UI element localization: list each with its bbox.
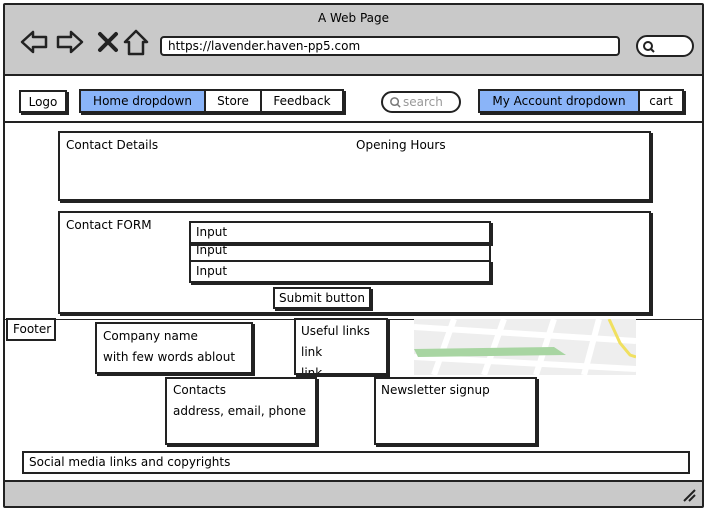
newsletter-title: Newsletter signup [381,383,490,397]
contact-form-title: Contact FORM [66,218,152,232]
nav-home-dropdown[interactable]: Home dropdown [81,91,206,111]
logo[interactable]: Logo [19,90,67,113]
browser-status-bar [5,480,702,506]
account-nav: My Account dropdown cart [478,89,684,113]
site-navbar: Logo Home dropdown Store Feedback search… [5,78,702,123]
newsletter-signup[interactable]: Newsletter signup [374,377,537,445]
search-icon [643,41,655,53]
contact-form-section: Contact FORM Input Input Input Submit bu… [58,211,651,314]
close-x-icon[interactable] [93,27,123,57]
site-search-input[interactable]: search [381,91,461,113]
form-input-3[interactable]: Input [189,260,491,283]
nav-cart[interactable]: cart [640,91,682,111]
search-placeholder: search [403,95,443,109]
company-info: Company name with few words ablout [95,322,253,374]
submit-button[interactable]: Submit button [273,287,371,309]
footer-link-1[interactable]: link [301,345,322,359]
nav-store[interactable]: Store [206,91,262,111]
footer-label: Footer [6,318,56,341]
useful-links: Useful links link link [294,318,388,375]
opening-hours-title: Opening Hours [356,138,446,152]
contact-details-section: Contact Details Opening Hours [58,131,651,201]
address-bar[interactable]: https://lavender.haven-pp5.com [160,36,620,56]
forward-arrow-icon[interactable] [55,27,85,57]
footer-link-2[interactable]: link [301,366,322,373]
form-input-1[interactable]: Input [189,221,491,244]
contacts-title: Contacts [173,383,226,397]
resize-grip-icon[interactable] [682,488,696,502]
map-image [414,319,636,375]
home-icon[interactable] [121,27,151,57]
contacts-detail: address, email, phone [173,404,307,418]
browser-toolbar: A Web Page https://lavender.haven-pp5.co… [5,5,702,76]
search-icon [390,97,401,108]
nav-account-dropdown[interactable]: My Account dropdown [480,91,640,111]
company-description: with few words ablout [103,350,236,364]
social-copyright-bar: Social media links and copyrights [22,451,690,474]
back-arrow-icon[interactable] [19,27,49,57]
useful-links-title: Useful links [301,324,370,338]
contact-details-title: Contact Details [66,138,159,152]
browser-search-box[interactable] [636,35,694,57]
main-nav: Home dropdown Store Feedback [79,89,344,113]
window-title: A Web Page [317,11,390,25]
browser-window: A Web Page https://lavender.haven-pp5.co… [3,3,704,508]
contacts-section: Contacts address, email, phone [165,377,317,445]
nav-feedback[interactable]: Feedback [262,91,342,111]
company-name: Company name [103,329,198,343]
